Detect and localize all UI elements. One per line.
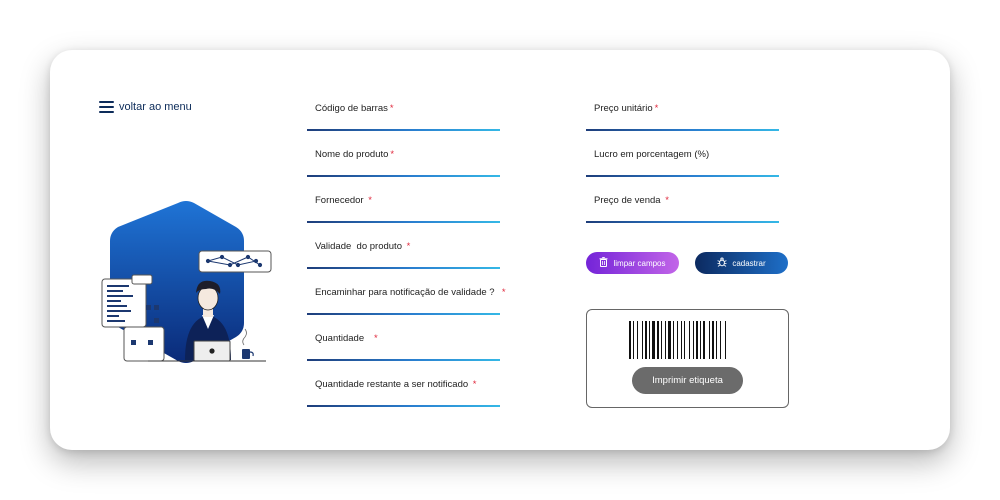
barcode-bar — [661, 321, 662, 359]
product-name-input[interactable] — [315, 161, 493, 174]
barcode-bar — [677, 321, 678, 359]
field-underline — [586, 129, 779, 131]
field-validade[interactable]: Validade do produto * — [307, 235, 500, 269]
barcode-bar — [629, 321, 631, 359]
field-label: Encaminhar para notificação de validade … — [315, 287, 495, 298]
barcode-bar — [709, 321, 710, 359]
hamburger-icon — [99, 98, 114, 116]
field-underline — [307, 313, 500, 315]
barcode-bar — [703, 321, 705, 359]
supplier-input[interactable] — [315, 207, 493, 220]
required-mark: * — [390, 149, 395, 160]
required-mark: * — [368, 195, 372, 206]
required-mark: * — [472, 379, 477, 390]
barcode-bar — [720, 321, 721, 359]
field-nome-produto[interactable]: Nome do produto * — [307, 143, 500, 177]
required-mark: * — [654, 103, 659, 114]
barcode-bar — [700, 321, 701, 359]
developer-illustration — [101, 201, 272, 363]
barcode-bar — [633, 321, 634, 359]
print-label-button[interactable]: Imprimir etiqueta — [632, 367, 743, 394]
field-underline — [307, 359, 500, 361]
required-mark: * — [406, 241, 411, 252]
barcode-bar — [725, 321, 726, 359]
barcode-bar — [657, 321, 659, 359]
barcode-bar — [665, 321, 666, 359]
sale-price-input[interactable] — [594, 207, 772, 220]
barcode-bar — [649, 321, 650, 359]
required-mark: * — [374, 333, 378, 344]
field-codigo-barras[interactable]: Código de barras * — [307, 97, 500, 131]
barcode-bar — [673, 321, 674, 359]
field-preco-venda[interactable]: Preço de venda * — [586, 189, 779, 223]
field-label: Validade do produto — [315, 241, 402, 252]
field-fornecedor[interactable]: Fornecedor * — [307, 189, 500, 223]
remaining-quantity-input[interactable] — [315, 391, 493, 404]
field-label: Quantidade restante a ser notificado — [315, 379, 469, 390]
clear-fields-button[interactable]: limpar campos — [586, 252, 679, 274]
back-to-menu-link[interactable]: voltar ao menu — [99, 98, 192, 116]
field-underline — [307, 267, 500, 269]
barcode-bar — [684, 321, 685, 359]
field-quantidade-restante[interactable]: Quantidade restante a ser notificado * — [307, 373, 500, 407]
required-mark: * — [665, 195, 669, 206]
field-encaminhar-notificacao[interactable]: Encaminhar para notificação de validade … — [307, 281, 506, 315]
field-quantidade[interactable]: Quantidade * — [307, 327, 500, 361]
print-label-text: Imprimir etiqueta — [652, 375, 723, 386]
field-underline — [307, 129, 500, 131]
barcode-bar — [668, 321, 671, 359]
field-label: Código de barras — [315, 103, 388, 114]
register-button[interactable]: cadastrar — [695, 252, 788, 274]
barcode-input[interactable] — [315, 115, 493, 128]
barcode-bar — [652, 321, 655, 359]
field-underline — [307, 175, 500, 177]
register-label: cadastrar — [732, 258, 766, 268]
field-label: Nome do produto — [315, 149, 389, 160]
quantity-input[interactable] — [315, 345, 493, 358]
menu-label: voltar ao menu — [119, 101, 192, 113]
trash-icon — [599, 257, 608, 269]
profit-percent-input[interactable] — [594, 161, 772, 174]
barcode-bar — [693, 321, 694, 359]
field-label: Lucro em porcentagem (%) — [594, 149, 710, 160]
barcode-bar — [637, 321, 638, 359]
required-mark: * — [389, 103, 394, 114]
field-label: Fornecedor — [315, 195, 364, 206]
barcode-bar — [642, 321, 643, 359]
barcode-panel: Imprimir etiqueta — [586, 309, 789, 408]
barcode-image — [629, 321, 726, 359]
barcode-bar — [696, 321, 698, 359]
field-lucro-porcentagem[interactable]: Lucro em porcentagem (%) — [586, 143, 779, 177]
barcode-bar — [716, 321, 717, 359]
bug-icon — [717, 257, 727, 269]
field-label: Preço de venda — [594, 195, 661, 206]
barcode-bar — [689, 321, 690, 359]
required-mark: * — [501, 287, 506, 298]
notify-expiry-input[interactable] — [315, 299, 493, 312]
unit-price-input[interactable] — [594, 115, 772, 128]
form-card: voltar ao menu Código de barras * Nome d… — [50, 50, 950, 450]
barcode-bar — [681, 321, 682, 359]
field-label: Preço unitário — [594, 103, 653, 114]
field-underline — [586, 175, 779, 177]
field-underline — [307, 221, 500, 223]
clear-fields-label: limpar campos — [613, 258, 666, 268]
field-preco-unitario[interactable]: Preço unitário * — [586, 97, 779, 131]
barcode-bar — [645, 321, 647, 359]
barcode-bar — [712, 321, 714, 359]
field-underline — [307, 405, 500, 407]
expiry-date-input[interactable] — [315, 253, 493, 266]
field-underline — [586, 221, 779, 223]
field-label: Quantidade — [315, 333, 365, 344]
